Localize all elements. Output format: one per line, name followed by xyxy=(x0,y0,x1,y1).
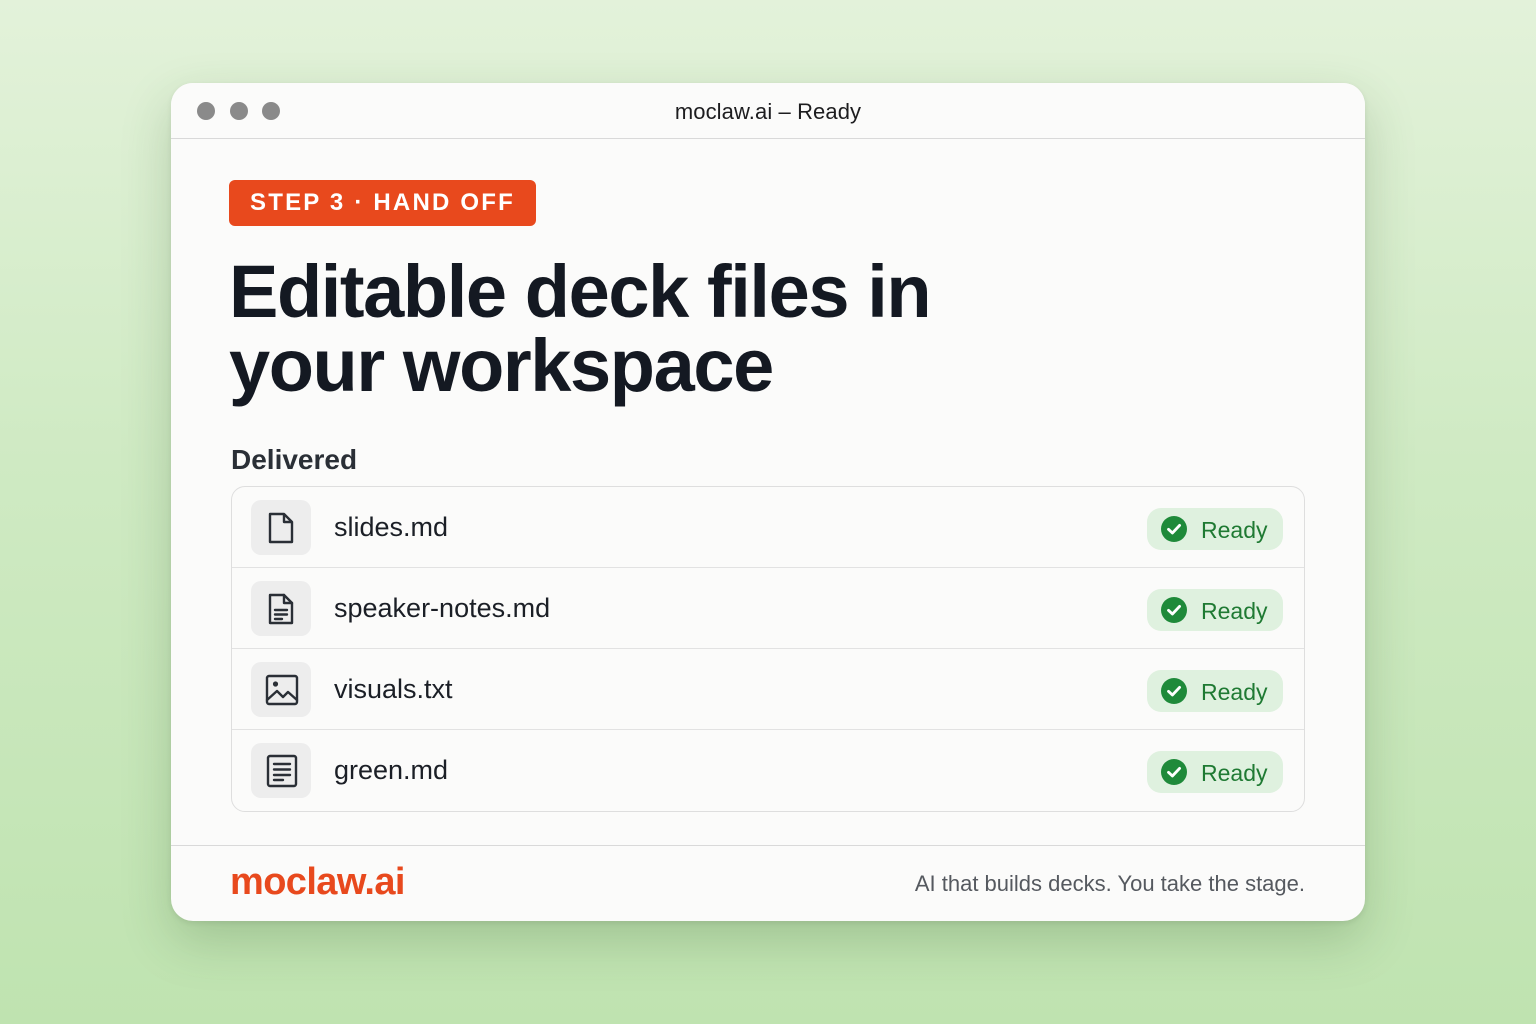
check-circle-icon xyxy=(1161,759,1187,785)
document-lines-icon xyxy=(251,743,311,798)
file-row-slides[interactable]: slides.md Ready xyxy=(232,487,1304,568)
status-text: Ready xyxy=(1201,679,1268,705)
file-text-icon xyxy=(251,581,311,636)
file-name: slides.md xyxy=(334,512,449,542)
tagline: AI that builds decks. You take the stage… xyxy=(914,871,1305,896)
status-badge: Ready xyxy=(1147,508,1283,550)
status-text: Ready xyxy=(1201,517,1268,543)
image-icon xyxy=(251,662,311,717)
section-label: Delivered xyxy=(231,444,358,475)
check-circle-icon xyxy=(1161,516,1187,542)
file-icon xyxy=(251,500,311,555)
page-title-line-1: Editable deck files in xyxy=(229,250,932,333)
file-name: visuals.txt xyxy=(334,674,453,704)
brand-logo[interactable]: moclaw.ai xyxy=(230,861,405,904)
file-row-green[interactable]: green.md Ready xyxy=(232,730,1304,810)
check-circle-icon xyxy=(1161,678,1187,704)
file-row-visuals[interactable]: visuals.txt Ready xyxy=(232,649,1304,730)
app-window: moclaw.ai – Ready STEP 3 · HAND OFF Edit… xyxy=(171,83,1365,921)
step-badge: STEP 3 · HAND OFF xyxy=(229,180,536,226)
status-badge: Ready xyxy=(1147,751,1283,793)
file-row-speaker-notes[interactable]: speaker-notes.md Ready xyxy=(232,568,1304,649)
status-text: Ready xyxy=(1201,598,1268,624)
page-title: Editable deck files in your workspace xyxy=(229,255,1129,403)
delivered-file-list: slides.md Ready speaker-notes.md Ready v… xyxy=(231,486,1305,812)
footer: moclaw.ai AI that builds decks. You take… xyxy=(171,845,1365,921)
status-text: Ready xyxy=(1201,760,1268,786)
check-circle-icon xyxy=(1161,597,1187,623)
status-badge: Ready xyxy=(1147,670,1283,712)
file-name: speaker-notes.md xyxy=(334,593,551,623)
file-name: green.md xyxy=(334,755,449,785)
window-title: moclaw.ai – Ready xyxy=(674,99,862,124)
page-title-line-2: your workspace xyxy=(229,324,774,407)
status-badge: Ready xyxy=(1147,589,1283,631)
title-bar: moclaw.ai – Ready xyxy=(171,83,1365,139)
